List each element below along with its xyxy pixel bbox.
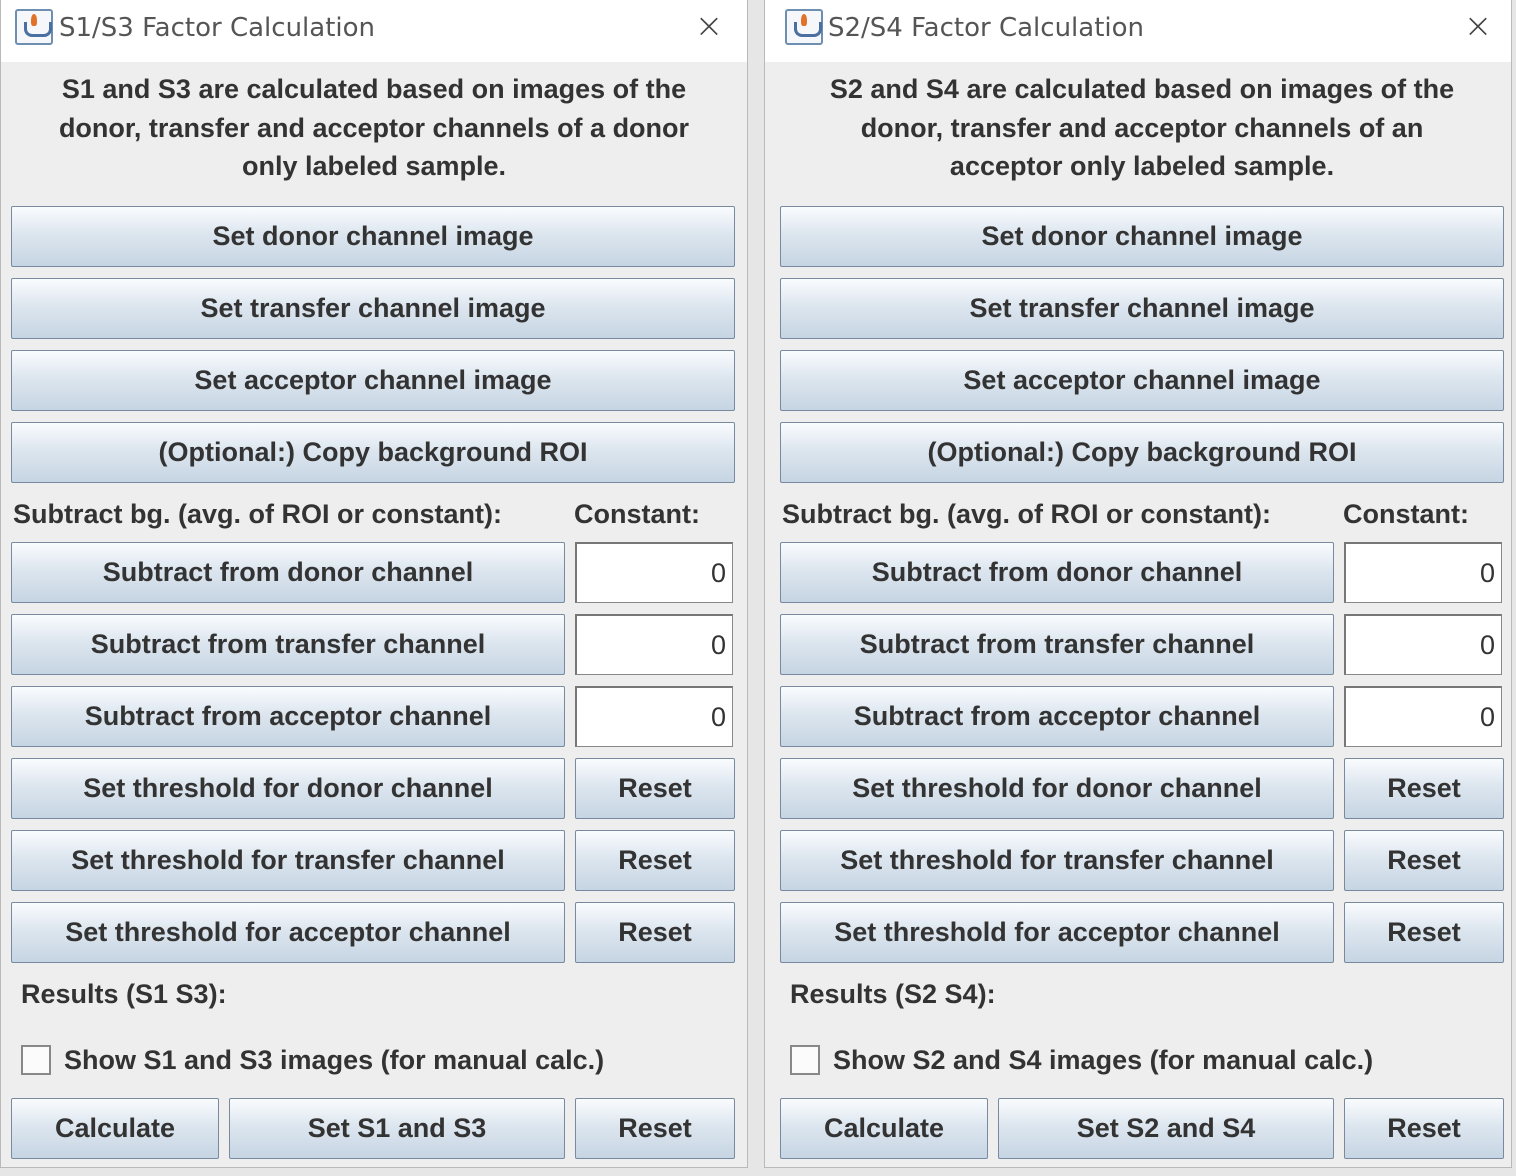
- set-transfer-image-button[interactable]: Set transfer channel image: [780, 278, 1504, 339]
- copy-background-roi-button[interactable]: (Optional:) Copy background ROI: [11, 422, 735, 483]
- copy-background-roi-button[interactable]: (Optional:) Copy background ROI: [780, 422, 1504, 483]
- constant-label: Constant:: [1343, 499, 1469, 529]
- transfer-constant-field[interactable]: [575, 614, 733, 675]
- reset-donor-threshold-button[interactable]: Reset: [575, 758, 735, 819]
- set-acceptor-image-button[interactable]: Set acceptor channel image: [780, 350, 1504, 411]
- threshold-donor-button[interactable]: Set threshold for donor channel: [11, 758, 565, 819]
- reset-acceptor-threshold-button[interactable]: Reset: [1344, 902, 1504, 963]
- calculate-button[interactable]: Calculate: [780, 1098, 988, 1159]
- subtract-donor-button[interactable]: Subtract from donor channel: [780, 542, 1334, 603]
- subtract-bg-label: Subtract bg. (avg. of ROI or constant):: [13, 499, 503, 529]
- show-images-checkbox[interactable]: [21, 1045, 51, 1075]
- set-s2-s4-button[interactable]: Set S2 and S4: [998, 1098, 1334, 1159]
- java-app-icon: [785, 9, 823, 45]
- java-app-icon: [15, 9, 53, 45]
- threshold-donor-button[interactable]: Set threshold for donor channel: [780, 758, 1334, 819]
- close-icon[interactable]: ×: [691, 8, 727, 44]
- set-donor-image-button[interactable]: Set donor channel image: [11, 206, 735, 267]
- threshold-acceptor-button[interactable]: Set threshold for acceptor channel: [11, 902, 565, 963]
- reset-transfer-threshold-button[interactable]: Reset: [1344, 830, 1504, 891]
- set-donor-image-button[interactable]: Set donor channel image: [780, 206, 1504, 267]
- show-images-checkbox[interactable]: [790, 1045, 820, 1075]
- subtract-acceptor-button[interactable]: Subtract from acceptor channel: [11, 686, 565, 747]
- transfer-constant-field[interactable]: [1344, 614, 1502, 675]
- calculate-button[interactable]: Calculate: [11, 1098, 219, 1159]
- description-text: S2 and S4 are calculated based on images…: [829, 74, 1455, 181]
- subtract-bg-label: Subtract bg. (avg. of ROI or constant):: [782, 499, 1272, 529]
- threshold-transfer-button[interactable]: Set threshold for transfer channel: [780, 830, 1334, 891]
- threshold-transfer-button[interactable]: Set threshold for transfer channel: [11, 830, 565, 891]
- subtract-donor-button[interactable]: Subtract from donor channel: [11, 542, 565, 603]
- close-icon[interactable]: ×: [1460, 8, 1496, 44]
- set-acceptor-image-button[interactable]: Set acceptor channel image: [11, 350, 735, 411]
- donor-constant-field[interactable]: [575, 542, 733, 603]
- window-title: S2/S4 Factor Calculation: [828, 13, 1145, 43]
- description-text: S1 and S3 are calculated based on images…: [58, 74, 690, 181]
- set-s1-s3-button[interactable]: Set S1 and S3: [229, 1098, 565, 1159]
- window-title: S1/S3 Factor Calculation: [59, 13, 376, 43]
- threshold-acceptor-button[interactable]: Set threshold for acceptor channel: [780, 902, 1334, 963]
- show-images-label[interactable]: Show S2 and S4 images (for manual calc.): [833, 1043, 1373, 1077]
- s2-s4-window: S2/S4 Factor Calculation × S2 and S4 are…: [764, 0, 1512, 1168]
- acceptor-constant-field[interactable]: [1344, 686, 1502, 747]
- subtract-acceptor-button[interactable]: Subtract from acceptor channel: [780, 686, 1334, 747]
- constant-label: Constant:: [574, 499, 700, 529]
- title-bar[interactable]: S2/S4 Factor Calculation ×: [765, 0, 1511, 62]
- reset-donor-threshold-button[interactable]: Reset: [1344, 758, 1504, 819]
- reset-acceptor-threshold-button[interactable]: Reset: [575, 902, 735, 963]
- acceptor-constant-field[interactable]: [575, 686, 733, 747]
- donor-constant-field[interactable]: [1344, 542, 1502, 603]
- results-label: Results (S1 S3):: [21, 979, 227, 1009]
- reset-results-button[interactable]: Reset: [575, 1098, 735, 1159]
- s1-s3-window: S1/S3 Factor Calculation × S1 and S3 are…: [0, 0, 748, 1168]
- reset-transfer-threshold-button[interactable]: Reset: [575, 830, 735, 891]
- results-label: Results (S2 S4):: [790, 979, 996, 1009]
- reset-results-button[interactable]: Reset: [1344, 1098, 1504, 1159]
- subtract-transfer-button[interactable]: Subtract from transfer channel: [780, 614, 1334, 675]
- set-transfer-image-button[interactable]: Set transfer channel image: [11, 278, 735, 339]
- show-images-label[interactable]: Show S1 and S3 images (for manual calc.): [64, 1043, 604, 1077]
- subtract-transfer-button[interactable]: Subtract from transfer channel: [11, 614, 565, 675]
- title-bar[interactable]: S1/S3 Factor Calculation ×: [1, 0, 747, 62]
